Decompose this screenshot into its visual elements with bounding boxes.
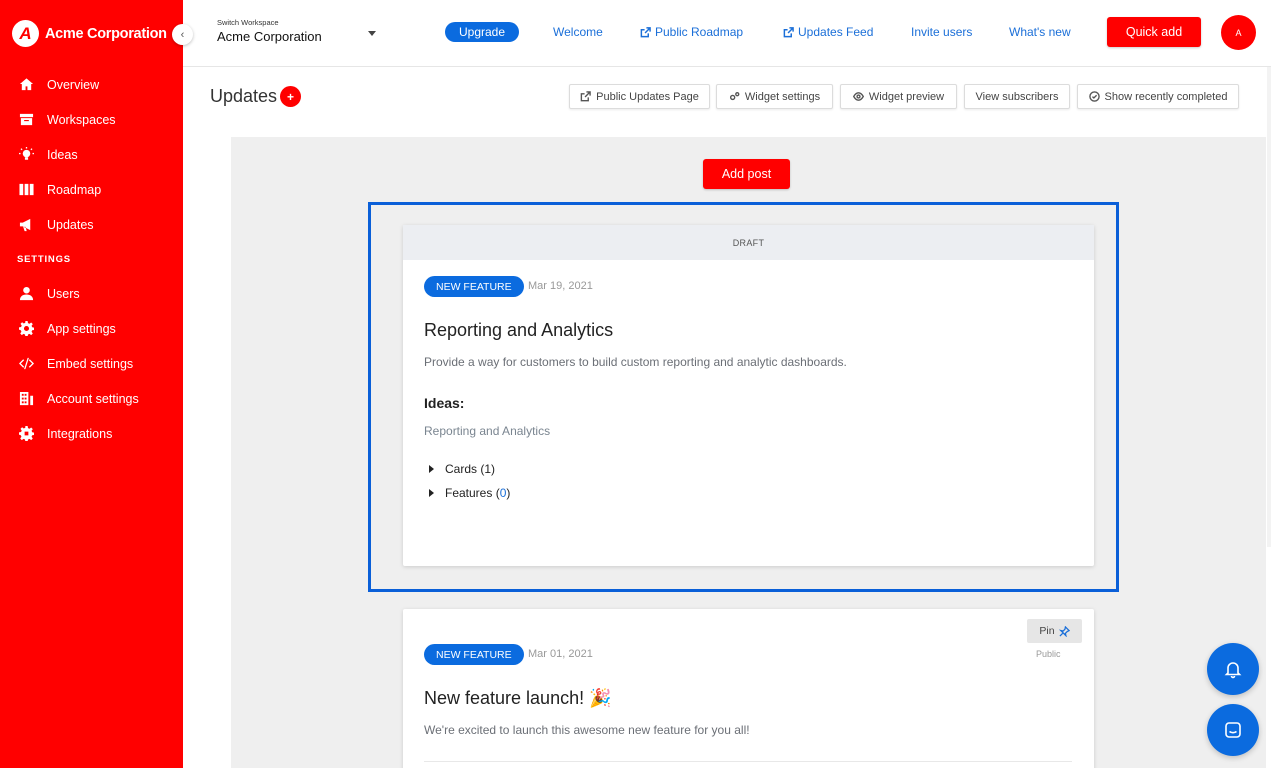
switch-workspace-label: Switch Workspace xyxy=(217,18,279,27)
external-link-icon xyxy=(640,26,651,37)
chat-icon xyxy=(1225,722,1241,738)
updates-feed-label: Updates Feed xyxy=(798,25,874,39)
bell-icon xyxy=(1224,662,1242,679)
public-roadmap-link[interactable]: Public Roadmap xyxy=(640,25,743,39)
sidebar-item-app-settings[interactable]: App settings xyxy=(0,311,183,346)
sidebar-item-embed-settings[interactable]: Embed settings xyxy=(0,346,183,381)
selection-highlight xyxy=(368,202,1119,592)
brand-name: Acme Corporation xyxy=(45,25,167,42)
columns-icon xyxy=(18,181,35,198)
widget-settings-label: Widget settings xyxy=(744,90,821,103)
post-title: New feature launch! 🎉 xyxy=(424,688,612,708)
welcome-link-label: Welcome xyxy=(553,25,603,39)
megaphone-icon xyxy=(18,216,35,233)
pin-label: Pin xyxy=(1039,625,1055,637)
sidebar-item-label: Updates xyxy=(47,217,94,232)
sidebar-item-workspaces[interactable]: Workspaces xyxy=(0,102,183,137)
chat-launcher-button[interactable] xyxy=(1207,704,1259,756)
brand[interactable]: A Acme Corporation xyxy=(0,0,183,67)
show-recently-completed-button[interactable]: Show recently completed xyxy=(1077,84,1239,109)
updates-feed-link[interactable]: Updates Feed xyxy=(783,25,873,39)
invite-users-label: Invite users xyxy=(911,25,973,39)
sidebar-item-users[interactable]: Users xyxy=(0,276,183,311)
sidebar-item-label: Ideas xyxy=(47,147,78,162)
sidebar-item-label: Users xyxy=(47,286,80,301)
whats-new-label: What's new xyxy=(1009,25,1071,39)
pin-icon xyxy=(1058,625,1070,637)
check-circle-icon xyxy=(1088,91,1100,102)
settings-nav: Users App settings Embed settings Accoun… xyxy=(0,276,183,451)
post-date: Mar 01, 2021 xyxy=(528,648,593,660)
sidebar-item-label: Integrations xyxy=(47,426,113,441)
chevron-left-icon: ‹ xyxy=(180,28,185,41)
external-link-icon xyxy=(580,91,591,102)
lightbulb-icon xyxy=(18,146,35,163)
sidebar-item-label: Overview xyxy=(47,77,100,92)
scrollbar[interactable] xyxy=(1267,67,1271,547)
sidebar-item-label: Roadmap xyxy=(47,182,102,197)
building-icon xyxy=(18,390,35,407)
post-visibility: Public xyxy=(1036,649,1061,659)
sidebar: A Acme Corporation Overview Workspaces I… xyxy=(0,0,183,768)
pin-button[interactable]: Pin xyxy=(1027,619,1082,643)
sidebar-item-label: Workspaces xyxy=(47,112,116,127)
archive-icon xyxy=(18,111,35,128)
add-update-button[interactable]: + xyxy=(280,86,301,107)
sidebar-item-roadmap[interactable]: Roadmap xyxy=(0,172,183,207)
add-post-button[interactable]: Add post xyxy=(703,159,790,189)
invite-users-link[interactable]: Invite users xyxy=(911,25,972,39)
settings-heading: SETTINGS xyxy=(17,254,71,265)
sidebar-item-label: Account settings xyxy=(47,391,139,406)
user-icon xyxy=(18,285,35,302)
home-icon xyxy=(18,76,35,93)
show-recently-completed-label: Show recently completed xyxy=(1104,90,1228,103)
sidebar-nav: Overview Workspaces Ideas Roadmap Update… xyxy=(0,67,183,242)
notifications-button[interactable] xyxy=(1207,643,1259,695)
whats-new-link[interactable]: What's new xyxy=(1009,25,1071,39)
sidebar-item-ideas[interactable]: Ideas xyxy=(0,137,183,172)
widget-settings-button[interactable]: Widget settings xyxy=(716,84,833,109)
caret-down-icon[interactable] xyxy=(368,31,376,36)
post-type-badge: NEW FEATURE xyxy=(424,644,524,665)
workspace-switcher[interactable]: Switch Workspace Acme Corporation xyxy=(217,18,322,44)
quick-add-button[interactable]: Quick add xyxy=(1107,17,1201,47)
update-post-card[interactable]: Pin Public NEW FEATURE Mar 01, 2021 New … xyxy=(403,609,1094,768)
welcome-link[interactable]: Welcome xyxy=(553,25,603,39)
sidebar-item-label: Embed settings xyxy=(47,356,134,371)
widget-preview-button[interactable]: Widget preview xyxy=(840,84,957,109)
topbar: Switch Workspace Acme Corporation Upgrad… xyxy=(183,0,1271,67)
public-updates-page-label: Public Updates Page xyxy=(596,90,699,103)
widget-preview-label: Widget preview xyxy=(868,90,945,103)
brand-logo: A xyxy=(12,20,39,47)
post-description: We're excited to launch this awesome new… xyxy=(424,723,750,737)
external-link-icon xyxy=(783,26,794,37)
workspace-name: Acme Corporation xyxy=(217,29,322,44)
public-roadmap-label: Public Roadmap xyxy=(655,25,744,39)
upgrade-button[interactable]: Upgrade xyxy=(445,22,519,42)
collapse-sidebar-button[interactable]: ‹ xyxy=(172,24,193,45)
sidebar-item-updates[interactable]: Updates xyxy=(0,207,183,242)
sidebar-item-label: App settings xyxy=(47,321,116,336)
page-title: Updates xyxy=(210,86,278,106)
sidebar-item-account-settings[interactable]: Account settings xyxy=(0,381,183,416)
code-icon xyxy=(18,355,35,372)
view-subscribers-label: View subscribers xyxy=(975,90,1059,103)
cogs-icon xyxy=(729,92,740,101)
divider xyxy=(424,761,1072,762)
public-updates-page-button[interactable]: Public Updates Page xyxy=(569,84,710,109)
view-subscribers-button[interactable]: View subscribers xyxy=(964,84,1070,109)
sidebar-item-integrations[interactable]: Integrations xyxy=(0,416,183,451)
cog-plug-icon xyxy=(18,425,35,442)
gear-icon xyxy=(18,320,35,337)
sidebar-item-overview[interactable]: Overview xyxy=(0,67,183,102)
avatar[interactable]: A xyxy=(1221,15,1256,50)
eye-icon xyxy=(852,92,864,101)
